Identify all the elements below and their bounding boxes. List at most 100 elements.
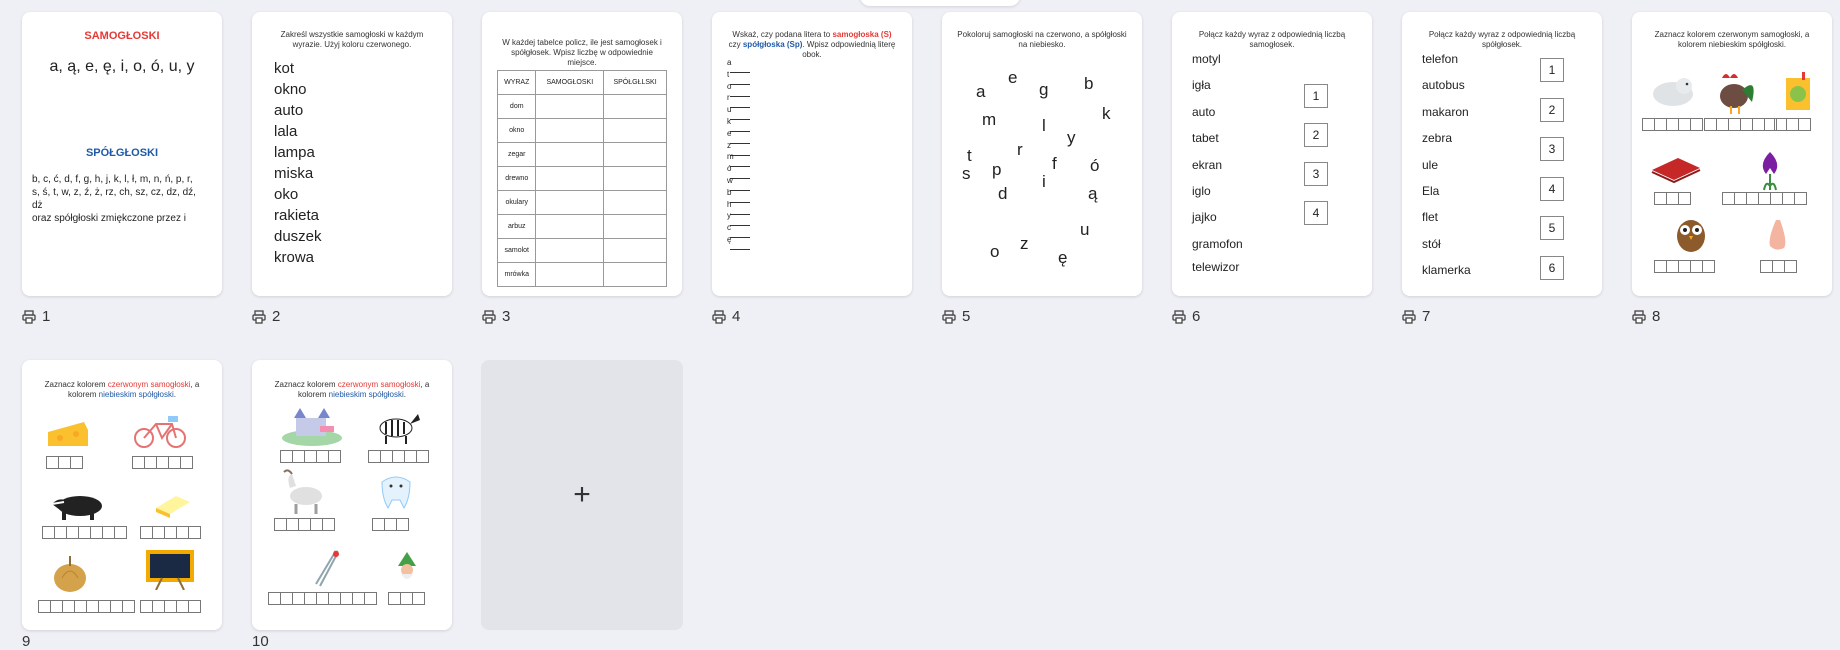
letter-boxes[interactable] xyxy=(368,450,429,463)
letter[interactable]: u xyxy=(1080,220,1089,240)
letter[interactable]: y xyxy=(1067,128,1076,148)
letter-boxes[interactable] xyxy=(1642,118,1703,131)
table-cell[interactable] xyxy=(535,214,605,239)
letter[interactable]: z xyxy=(1020,234,1029,254)
badger-picture xyxy=(51,496,102,520)
letter[interactable]: f xyxy=(1052,154,1057,174)
table-cell[interactable] xyxy=(535,190,605,215)
juice-box-picture xyxy=(1786,72,1810,110)
letter[interactable]: a xyxy=(976,82,985,102)
vowels-list: a, ą, e, ę, i, o, ó, u, y xyxy=(49,58,195,75)
letter[interactable]: k xyxy=(1102,104,1111,124)
page-number-5: 5 xyxy=(942,308,970,325)
number-box[interactable]: 1 xyxy=(1304,84,1328,108)
letter-boxes[interactable] xyxy=(140,600,201,613)
letter-boxes[interactable] xyxy=(1774,118,1811,131)
add-page-button[interactable]: + xyxy=(481,360,683,630)
number-box[interactable]: 2 xyxy=(1540,97,1564,122)
table-row: dom xyxy=(496,94,667,119)
table-cell[interactable] xyxy=(535,118,605,143)
page-thumbnail-4[interactable]: Wskaż, czy podana litera to samogłoska (… xyxy=(712,12,912,296)
list-item: kot xyxy=(274,60,295,77)
list-item: duszek xyxy=(274,228,322,245)
letter-boxes[interactable] xyxy=(274,518,335,531)
letter-boxes[interactable] xyxy=(1722,192,1807,205)
number-box[interactable]: 1 xyxy=(1540,58,1564,82)
table-cell[interactable] xyxy=(603,166,667,191)
page-thumbnail-8[interactable]: Zaznacz kolorem czerwonym samogłoski, a … xyxy=(1632,12,1832,296)
page-thumbnail-7[interactable]: Połącz każdy wyraz z odpowiednią liczbą … xyxy=(1402,12,1602,296)
page-number-1: 1 xyxy=(22,308,50,325)
number-box[interactable]: 4 xyxy=(1304,201,1328,225)
letter-boxes[interactable] xyxy=(42,526,127,539)
letter[interactable]: t xyxy=(967,146,972,166)
letter[interactable]: i xyxy=(1042,172,1046,192)
page-thumbnail-3[interactable]: W każdej tabelce policz, ile jest samogł… xyxy=(482,12,682,296)
number-box[interactable]: 6 xyxy=(1540,255,1564,280)
letter-boxes[interactable] xyxy=(372,518,409,531)
page-thumbnail-9[interactable]: Zaznacz kolorem czerwonym samogłoski, a … xyxy=(22,360,222,630)
letter[interactable]: g xyxy=(1039,80,1048,100)
list-item: ę xyxy=(727,236,750,252)
letter-boxes[interactable] xyxy=(38,600,135,613)
letter[interactable]: m xyxy=(982,110,996,130)
letter[interactable]: l xyxy=(1042,116,1046,136)
letter: w xyxy=(727,176,733,185)
table-cell[interactable] xyxy=(535,94,605,119)
answer-line[interactable] xyxy=(730,249,750,250)
table-cell[interactable] xyxy=(603,94,667,119)
page-thumbnail-2[interactable]: Zakreśl wszystkie samogłoski w każdym wy… xyxy=(252,12,452,296)
page-thumbnail-10[interactable]: Zaznacz kolorem czerwonym samogłoski, a … xyxy=(252,360,452,630)
letter-boxes[interactable] xyxy=(1704,118,1777,131)
letter: k xyxy=(727,117,731,126)
letter: u xyxy=(727,105,732,115)
table-cell[interactable] xyxy=(603,262,667,287)
table-cell[interactable] xyxy=(535,262,605,287)
table-cell[interactable] xyxy=(535,238,605,263)
letter[interactable]: p xyxy=(992,160,1001,180)
printer-icon xyxy=(482,309,496,324)
instruction-text: Zaznacz kolorem czerwonym samogłoski, a … xyxy=(274,380,430,399)
letter[interactable]: s xyxy=(962,164,971,184)
table-cell[interactable] xyxy=(603,214,667,239)
page-thumbnail-6[interactable]: Połącz każdy wyraz z odpowiednią liczbą … xyxy=(1172,12,1372,296)
list-item: telewizor xyxy=(1192,260,1240,275)
castle-picture xyxy=(282,408,342,446)
letter-boxes[interactable] xyxy=(1654,260,1715,273)
page-thumbnail-5[interactable]: Pokoloruj samogłoski na czerwono, a spół… xyxy=(942,12,1142,296)
letter-boxes[interactable] xyxy=(280,450,341,463)
table-cell[interactable] xyxy=(535,142,605,167)
letter[interactable]: d xyxy=(998,184,1007,204)
table-cell[interactable] xyxy=(603,142,667,167)
number-box[interactable]: 4 xyxy=(1540,176,1564,201)
number-box[interactable]: 3 xyxy=(1304,162,1328,186)
table-cell[interactable] xyxy=(603,118,667,143)
number-box[interactable]: 2 xyxy=(1304,123,1328,147)
letter[interactable]: r xyxy=(1017,140,1023,160)
list-item: miska xyxy=(274,165,314,182)
letter-boxes[interactable] xyxy=(132,456,193,469)
letter[interactable]: ą xyxy=(1088,184,1097,204)
number-box[interactable]: 5 xyxy=(1540,216,1564,240)
letter-boxes[interactable] xyxy=(1760,260,1797,273)
letter[interactable]: o xyxy=(990,242,999,262)
number-box[interactable]: 3 xyxy=(1540,137,1564,161)
letter[interactable]: ę xyxy=(1058,248,1067,268)
page-number-9: 9 xyxy=(22,633,30,650)
rooster-picture xyxy=(1720,74,1754,114)
letter-boxes[interactable] xyxy=(388,592,425,605)
list-item: igła xyxy=(1192,78,1211,93)
letter-boxes[interactable] xyxy=(268,592,377,605)
table-cell[interactable] xyxy=(535,166,605,191)
table-cell[interactable] xyxy=(603,238,667,263)
list-item: ule xyxy=(1422,157,1439,172)
letter[interactable]: e xyxy=(1008,68,1017,88)
letter[interactable]: b xyxy=(1084,74,1093,94)
list-item: okno xyxy=(274,81,307,98)
table-cell[interactable] xyxy=(603,190,667,215)
letter[interactable]: ó xyxy=(1090,156,1099,176)
letter-boxes[interactable] xyxy=(46,456,83,469)
letter-boxes[interactable] xyxy=(1654,192,1691,205)
page-thumbnail-1[interactable]: SAMOGŁOSKI a, ą, e, ę, i, o, ó, u, y SPÓ… xyxy=(22,12,222,296)
letter-boxes[interactable] xyxy=(140,526,201,539)
